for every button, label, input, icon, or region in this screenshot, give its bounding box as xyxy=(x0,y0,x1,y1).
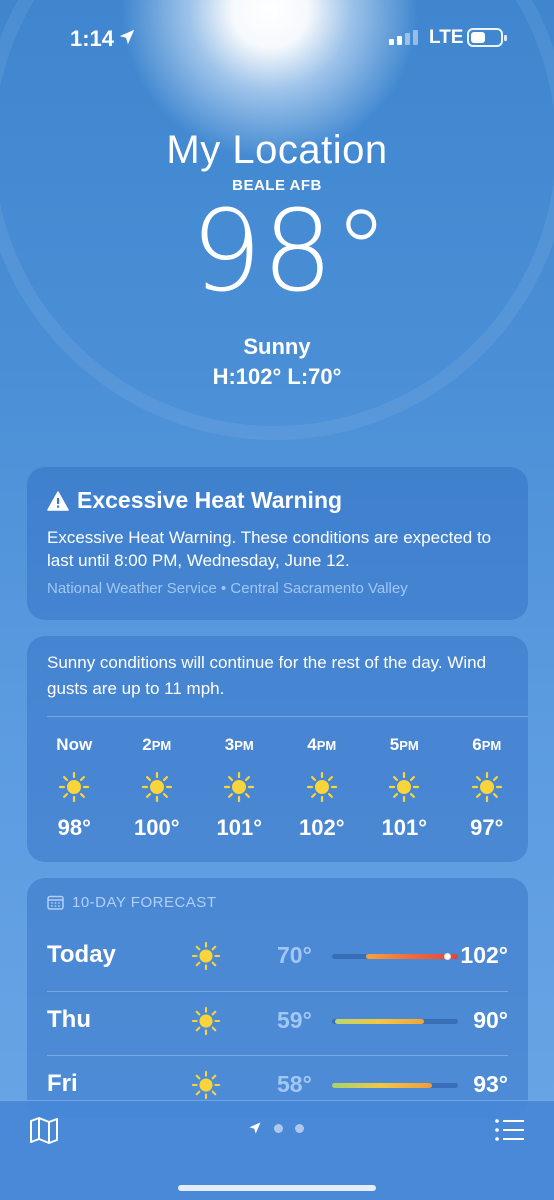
temperature-range-bar xyxy=(332,1083,433,1088)
hourly-list[interactable]: Now 98° 2PM 100° 3PM 101° 4PM 102° 5PM 101° 6PM 97° xyxy=(27,717,528,841)
hour-column: 6PM 97° xyxy=(446,717,529,841)
current-temperature: 98° xyxy=(190,187,390,317)
hour-temperature: 102° xyxy=(298,815,345,840)
alert-source: National Weather Service • Central Sacra… xyxy=(47,580,408,597)
hour-label: 4PM xyxy=(307,735,337,754)
forecast-high: 102° xyxy=(460,942,508,968)
current-temperature-dot xyxy=(443,953,451,960)
hourly-forecast-card[interactable]: Sunny conditions will continue for the r… xyxy=(27,636,528,862)
alert-title: Excessive Heat Warning xyxy=(77,487,343,513)
hour-column: 3PM 101° xyxy=(198,717,281,841)
temperature-range-track xyxy=(332,1019,458,1024)
forecast-row[interactable]: Thu 59° 90° xyxy=(47,991,508,1055)
current-condition: Sunny xyxy=(243,334,311,359)
cellular-signal-icon xyxy=(389,30,418,45)
battery-icon xyxy=(467,28,507,47)
sun-icon xyxy=(224,771,255,803)
ten-day-forecast-card[interactable]: 10-DAY FORECAST Today 70° 102° Thu 59° 90° Fri… xyxy=(27,878,528,1118)
location-title: My Location xyxy=(166,128,388,172)
alert-title-row: Excessive Heat Warning xyxy=(47,487,508,514)
forecast-rows: Today 70° 102° Thu 59° 90° Fri 58° 93° xyxy=(27,927,528,1118)
location-header: My Location BEALE AFB 98° Sunny H:102° L… xyxy=(0,128,554,390)
warning-icon xyxy=(47,490,69,511)
page-indicator[interactable] xyxy=(248,1121,304,1135)
hour-label: 3PM xyxy=(224,735,254,754)
status-bar: 1:14 LTE xyxy=(0,0,554,78)
sun-icon xyxy=(306,771,337,803)
alert-body: Excessive Heat Warning. These conditions… xyxy=(47,528,492,570)
temperature-range-bar xyxy=(334,1019,424,1024)
hour-temperature: 97° xyxy=(470,815,504,840)
forecast-low: 59° xyxy=(277,1007,312,1033)
heat-warning-card[interactable]: Excessive Heat Warning Excessive Heat Wa… xyxy=(27,467,528,620)
hour-label: 5PM xyxy=(389,735,419,754)
forecast-low: 70° xyxy=(277,942,312,968)
hour-label: 2PM xyxy=(142,735,172,754)
hour-temperature: 101° xyxy=(381,815,427,840)
sun-icon xyxy=(389,771,420,803)
sun-icon xyxy=(191,1006,221,1036)
bottom-toolbar xyxy=(0,1100,554,1200)
home-indicator[interactable] xyxy=(178,1185,376,1191)
page-dot xyxy=(295,1123,304,1133)
sun-icon xyxy=(191,941,221,971)
temperature-range-track xyxy=(332,953,458,960)
sun-icon xyxy=(141,771,172,803)
page-dot xyxy=(274,1123,283,1133)
list-icon[interactable] xyxy=(494,1117,526,1143)
forecast-low: 58° xyxy=(277,1071,312,1097)
forecast-high: 93° xyxy=(473,1071,508,1097)
status-time: 1:14 xyxy=(70,26,115,51)
sun-icon xyxy=(471,771,502,803)
forecast-high: 90° xyxy=(473,1007,508,1033)
hour-column: 2PM 100° xyxy=(116,717,199,841)
map-icon[interactable] xyxy=(28,1115,60,1145)
hour-temperature: 98° xyxy=(57,815,91,840)
hour-temperature: 100° xyxy=(133,815,180,840)
hour-temperature: 101° xyxy=(216,815,262,840)
hour-column: Now 98° xyxy=(33,717,116,841)
hourly-summary: Sunny conditions will continue for the r… xyxy=(47,653,487,698)
forecast-row[interactable]: Today 70° 102° xyxy=(47,927,508,991)
forecast-day: Fri xyxy=(47,1070,78,1097)
calendar-icon xyxy=(47,895,64,910)
sun-icon xyxy=(59,771,90,803)
hour-label: 6PM xyxy=(472,735,502,754)
sun-icon xyxy=(191,1070,221,1100)
forecast-header-label: 10-DAY FORECAST xyxy=(72,894,217,911)
temperature-range-track xyxy=(332,1083,458,1088)
forecast-day: Thu xyxy=(47,1006,91,1033)
location-arrow-icon xyxy=(119,29,135,45)
current-location-page-icon xyxy=(249,1122,261,1134)
forecast-day: Today xyxy=(47,941,116,968)
high-low-temperature: H:102° L:70° xyxy=(212,364,342,389)
network-label: LTE xyxy=(429,27,464,48)
hour-label: Now xyxy=(56,735,93,754)
hour-column: 4PM 102° xyxy=(281,717,364,841)
hour-column: 5PM 101° xyxy=(363,717,446,841)
forecast-header: 10-DAY FORECAST xyxy=(27,878,528,911)
